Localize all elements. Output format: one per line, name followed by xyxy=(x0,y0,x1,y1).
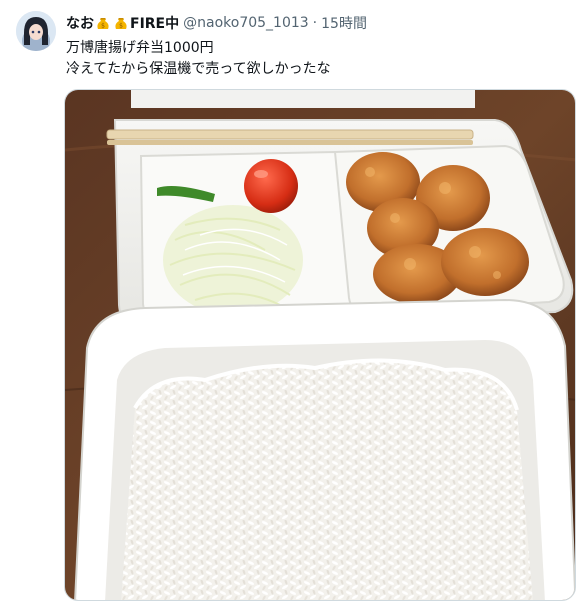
timestamp[interactable]: 15時間 xyxy=(321,13,367,33)
user-handle[interactable]: @naoko705_1013 xyxy=(183,15,309,31)
tweet-text-line-2: 冷えてたから保温機で売って欲しかったな xyxy=(66,61,331,77)
tweet: なお $ $ FIRE中 @naoko705_1013 · 15時間 万博唐揚げ… xyxy=(0,0,586,604)
separator-dot: · xyxy=(312,15,318,31)
tweet-text-line-1: 万博唐揚げ弁当1000円 xyxy=(66,40,214,56)
svg-text:$: $ xyxy=(101,23,105,30)
money-bag-emoji-icon: $ xyxy=(113,15,129,31)
avatar[interactable] xyxy=(16,11,56,51)
tweet-photo[interactable] xyxy=(64,89,576,601)
display-name-suffix[interactable]: FIRE中 xyxy=(130,13,179,33)
tweet-header: なお $ $ FIRE中 @naoko705_1013 · 15時間 xyxy=(66,13,367,33)
money-bag-emoji-icon: $ xyxy=(95,15,111,31)
display-name[interactable]: なお xyxy=(66,13,94,33)
svg-text:$: $ xyxy=(119,23,123,30)
avatar-image xyxy=(16,11,56,51)
bento-photo xyxy=(65,90,575,600)
